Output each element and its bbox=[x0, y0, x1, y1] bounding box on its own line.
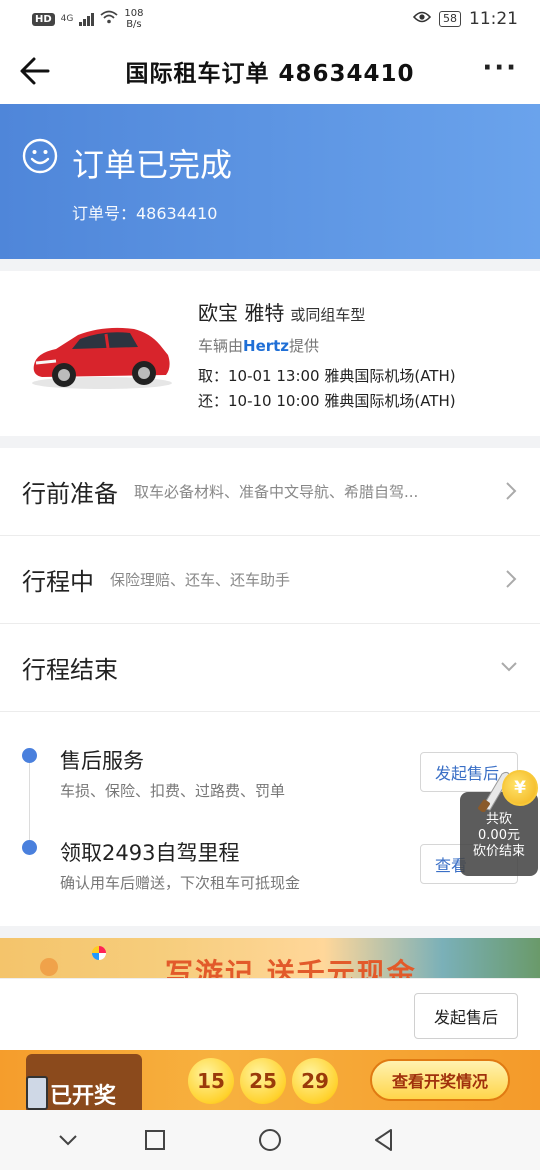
chevron-down-icon[interactable] bbox=[54, 1126, 82, 1154]
wifi-icon bbox=[100, 10, 118, 28]
car-image bbox=[26, 315, 176, 395]
timeline-dot bbox=[22, 840, 37, 855]
hd-indicator: HD bbox=[32, 12, 55, 26]
after-sales-desc: 车损、保险、扣费、过路费、罚单 bbox=[60, 782, 286, 800]
chevron-right-icon bbox=[506, 482, 517, 500]
section-desc: 取车必备材料、准备中文导航、希腊自驾... bbox=[134, 483, 419, 501]
section-pre-trip[interactable]: 行前准备 取车必备材料、准备中文导航、希腊自驾... bbox=[0, 448, 540, 536]
phone-icon bbox=[26, 1076, 48, 1110]
section-title: 行前准备 bbox=[22, 480, 118, 508]
back-icon[interactable] bbox=[370, 1126, 398, 1154]
return-info: 还：10-10 10:00 雅典国际机场(ATH) bbox=[198, 392, 456, 410]
battery-level: 58 bbox=[439, 11, 461, 27]
timeline-line bbox=[29, 760, 30, 852]
page-title: 国际租车订单 48634410 bbox=[125, 61, 415, 87]
network-type: 4G bbox=[60, 14, 74, 24]
lottery-banner[interactable]: 已开奖 15 25 29 查看开奖情况 bbox=[0, 1050, 540, 1110]
more-icon[interactable]: ··· bbox=[482, 55, 518, 81]
chevron-right-icon bbox=[506, 570, 517, 588]
recent-apps-icon[interactable] bbox=[141, 1126, 169, 1154]
nav-bar: 国际租车订单 48634410 ··· bbox=[0, 38, 540, 104]
promo-banner[interactable]: 写游记 送千元现金 bbox=[0, 938, 540, 978]
coin-icon: ¥ bbox=[502, 770, 538, 806]
lottery-number: 29 bbox=[292, 1058, 338, 1104]
after-sales-title: 售后服务 bbox=[60, 749, 144, 773]
view-lottery-button[interactable]: 查看开奖情况 bbox=[370, 1059, 510, 1101]
order-number: 订单号：48634410 bbox=[72, 204, 218, 223]
order-status-banner: 订单已完成 订单号：48634410 bbox=[0, 104, 540, 259]
clock: 11:21 bbox=[469, 9, 518, 29]
status-bar: HD 4G 108 B/s 58 11:21 bbox=[0, 0, 540, 38]
home-icon[interactable] bbox=[256, 1126, 284, 1154]
eye-icon bbox=[412, 11, 432, 27]
bargain-widget[interactable]: 共砍 0.00元 砍价结束 ¥ bbox=[460, 768, 538, 876]
car-info-card[interactable]: 欧宝 雅特 或同组车型 车辆由Hertz提供 取：10-01 13:00 雅典国际… bbox=[0, 271, 540, 436]
mileage-desc: 确认用车后赠送，下次租车可抵现金 bbox=[60, 874, 301, 892]
section-desc: 保险理赔、还车、还车助手 bbox=[110, 571, 291, 589]
smiley-icon bbox=[22, 138, 58, 174]
section-trip-end[interactable]: 行程结束 bbox=[0, 624, 540, 712]
trip-sections: 行前准备 取车必备材料、准备中文导航、希腊自驾... 行程中 保险理赔、还车、还… bbox=[0, 448, 540, 926]
arrow-left-icon[interactable] bbox=[18, 54, 52, 88]
system-nav-bar bbox=[0, 1110, 540, 1170]
beach-ball-icon bbox=[92, 946, 106, 960]
action-bar: 发起售后 bbox=[0, 978, 540, 1050]
chevron-down-icon bbox=[501, 662, 517, 672]
order-status-title: 订单已完成 bbox=[72, 146, 233, 184]
decoration bbox=[40, 958, 58, 976]
start-after-sales-button[interactable]: 发起售后 bbox=[414, 993, 518, 1039]
section-title: 行程中 bbox=[22, 568, 94, 596]
lottery-number: 15 bbox=[188, 1058, 234, 1104]
car-model: 欧宝 雅特 或同组车型 bbox=[198, 301, 366, 325]
section-title: 行程结束 bbox=[22, 656, 118, 684]
pickup-info: 取：10-01 13:00 雅典国际机场(ATH) bbox=[198, 367, 456, 385]
timeline-dot bbox=[22, 748, 37, 763]
mileage-title: 领取2493自驾里程 bbox=[60, 841, 240, 865]
lottery-number: 25 bbox=[240, 1058, 286, 1104]
lottery-status: 已开奖 bbox=[50, 1084, 117, 1109]
network-speed: 108 B/s bbox=[124, 8, 144, 30]
section-in-trip[interactable]: 行程中 保险理赔、还车、还车助手 bbox=[0, 536, 540, 624]
car-provider: 车辆由Hertz提供 bbox=[198, 337, 320, 355]
signal-icon bbox=[79, 12, 95, 26]
provider-name: Hertz bbox=[243, 337, 290, 355]
promo-text: 写游记 送千元现金 bbox=[165, 957, 417, 978]
